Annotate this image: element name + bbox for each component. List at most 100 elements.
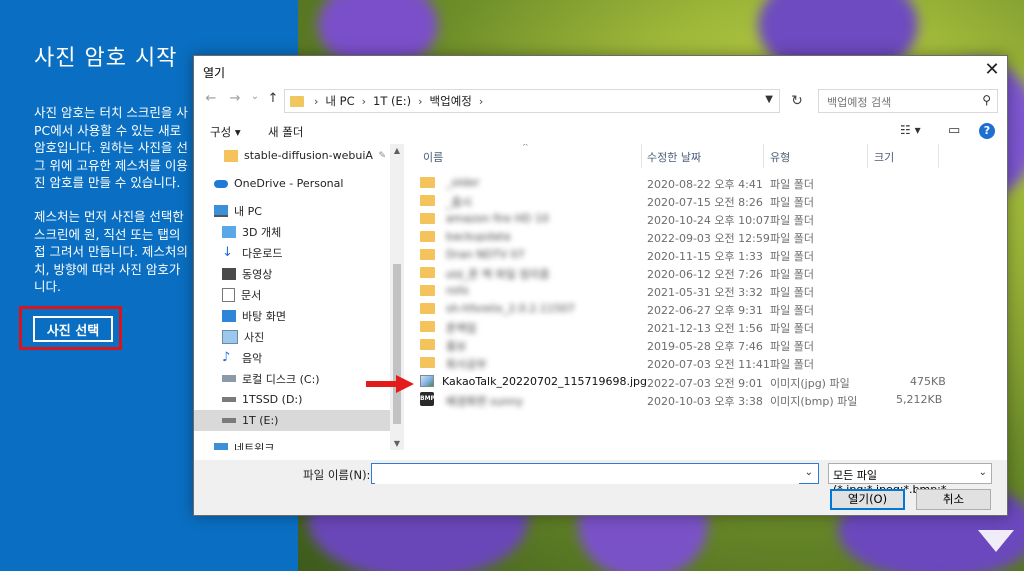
file-row[interactable]: 홍보 2019-05-28 오후 7:46 파일 폴더 bbox=[420, 336, 980, 354]
column-header-date[interactable]: 수정한 날짜 bbox=[647, 149, 701, 167]
nav-item-label: stable-diffusion-webuiA bbox=[244, 149, 373, 162]
recent-locations-chevron-icon[interactable]: ⌄ bbox=[246, 91, 264, 102]
file-list: 이름 ^ 수정한 날짜 유형 크기 _older 2020-08-22 오후 4:… bbox=[405, 144, 1007, 450]
close-icon[interactable]: ✕ bbox=[981, 59, 1003, 81]
nav-item-pictures[interactable]: 사진 bbox=[194, 326, 390, 347]
dialog-title: 열기 bbox=[203, 66, 226, 80]
scroll-down-arrow-icon[interactable] bbox=[978, 530, 1014, 552]
filename-input[interactable] bbox=[375, 465, 799, 484]
folder-icon bbox=[420, 213, 435, 224]
nav-item-local-disk-c[interactable]: 로컬 디스크 (C:) bbox=[194, 368, 390, 389]
search-icon[interactable]: ⚲ bbox=[982, 93, 991, 107]
column-header-name[interactable]: 이름 bbox=[423, 149, 443, 167]
organize-menu[interactable]: 구성 ▾ bbox=[210, 124, 241, 140]
scroll-down-icon[interactable]: ▼ bbox=[390, 439, 404, 448]
nav-item-downloads[interactable]: ↓ 다운로드 bbox=[194, 242, 390, 263]
nav-item-label: 음악 bbox=[242, 351, 263, 365]
file-row[interactable]: rolls 2021-05-31 오전 3:32 파일 폴더 bbox=[420, 282, 980, 300]
nav-item-onedrive[interactable]: OneDrive - Personal bbox=[194, 173, 390, 194]
file-name: rolls bbox=[446, 284, 469, 297]
address-bar[interactable]: › 내 PC › 1T (E:) › 백업예정 › ▼ bbox=[284, 89, 780, 113]
nav-item-my-pc[interactable]: 내 PC bbox=[194, 200, 390, 221]
folder-icon bbox=[420, 177, 435, 188]
file-row[interactable]: backupdata 2022-09-03 오전 12:59 파일 폴더 bbox=[420, 228, 980, 246]
file-type-filter[interactable]: 모든 파일 (*.jpg;*.jpeg;*.bmp;* ⌄ bbox=[828, 463, 992, 496]
file-row[interactable]: amazon fire HD 10 2020-10-24 오후 10:07 파일 폴… bbox=[420, 210, 980, 228]
document-icon bbox=[222, 287, 235, 302]
nav-item-drive-e[interactable]: 1T (E:) bbox=[194, 410, 390, 431]
breadcrumb-backup-folder[interactable]: 백업예정 bbox=[430, 93, 472, 109]
open-button[interactable]: 열기(O) bbox=[830, 489, 905, 510]
nav-item-drive-d[interactable]: 1TSSD (D:) bbox=[194, 389, 390, 410]
file-row[interactable]: Dran NDTV 07 2020-11-15 오후 1:33 파일 폴더 bbox=[420, 246, 980, 264]
nav-item-music[interactable]: ♪ 음악 bbox=[194, 347, 390, 368]
column-divider[interactable] bbox=[763, 144, 764, 168]
breadcrumb-drive-e[interactable]: 1T (E:) bbox=[373, 94, 411, 108]
cancel-button[interactable]: 취소 bbox=[916, 489, 991, 510]
desktop-icon bbox=[222, 309, 236, 322]
chevron-down-icon[interactable]: ⌄ bbox=[805, 467, 813, 478]
back-arrow-icon[interactable]: ← bbox=[202, 91, 220, 106]
file-row[interactable]: _줌시 2020-07-15 오전 8:26 파일 폴더 bbox=[420, 192, 980, 210]
file-row[interactable]: sh-hfsrelix_2.0.2.11507 2022-06-27 오후 9:3… bbox=[420, 300, 980, 318]
nav-item-stable-diffusion[interactable]: stable-diffusion-webuiA ✎ bbox=[194, 145, 390, 166]
red-arrow-icon bbox=[366, 375, 414, 393]
column-divider[interactable] bbox=[867, 144, 868, 168]
file-name: 폰백업 bbox=[446, 322, 477, 335]
file-row-kakaotalk-jpg[interactable]: KakaoTalk_20220702_115719698.jpg 2022-07-… bbox=[420, 373, 980, 391]
view-options-icon[interactable]: ☷ ▾ bbox=[900, 123, 921, 137]
chevron-down-icon[interactable]: ▼ bbox=[765, 94, 773, 105]
column-header-type[interactable]: 유형 bbox=[770, 149, 790, 167]
scroll-up-icon[interactable]: ▲ bbox=[390, 146, 404, 155]
file-row[interactable]: 폰백업 2021-12-13 오전 1:56 파일 폴더 bbox=[420, 318, 980, 336]
folder-icon bbox=[420, 339, 435, 350]
search-box[interactable]: ⚲ bbox=[818, 89, 998, 113]
file-type: 파일 폴더 bbox=[770, 304, 814, 317]
nav-item-documents[interactable]: 문서 bbox=[194, 284, 390, 305]
file-row[interactable]: BMP 배경화면 sunny 2020-10-03 오후 3:38 이미지(bmp) … bbox=[420, 391, 980, 409]
search-input[interactable] bbox=[825, 91, 979, 113]
download-icon: ↓ bbox=[222, 244, 233, 260]
refresh-icon[interactable]: ↻ bbox=[786, 89, 808, 113]
network-icon bbox=[214, 443, 228, 450]
bmp-file-icon: BMP bbox=[420, 392, 435, 406]
file-date: 2020-07-03 오전 11:41 bbox=[647, 358, 770, 371]
nav-item-desktop[interactable]: 바탕 화면 bbox=[194, 305, 390, 326]
open-file-dialog: 열기 ✕ ← → ⌄ ↑ › 내 PC › 1T (E:) › 백업예정 › ▼… bbox=[193, 55, 1008, 516]
sort-ascending-icon: ^ bbox=[522, 144, 529, 151]
file-date: 2022-06-27 오후 9:31 bbox=[647, 304, 763, 317]
file-row[interactable]: 회사공부 2020-07-03 오전 11:41 파일 폴더 bbox=[420, 354, 980, 372]
address-bar-row: ← → ⌄ ↑ › 내 PC › 1T (E:) › 백업예정 › ▼ ↻ ⚲ bbox=[194, 88, 1007, 116]
new-folder-button[interactable]: 새 폴더 bbox=[268, 124, 303, 140]
nav-item-label: 다운로드 bbox=[242, 246, 283, 260]
filename-field[interactable]: ⌄ bbox=[371, 463, 819, 484]
chevron-down-icon[interactable]: ⌄ bbox=[979, 467, 987, 478]
file-row[interactable]: old_폰 백 파일 정리중 2020-06-12 오전 7:26 파일 폴더 bbox=[420, 264, 980, 282]
nav-item-label: 로컬 디스크 (C:) bbox=[242, 372, 320, 386]
nav-item-videos[interactable]: 동영상 bbox=[194, 263, 390, 284]
file-name: backupdata bbox=[446, 230, 511, 243]
file-size: 475KB bbox=[910, 375, 946, 388]
help-icon[interactable]: ? bbox=[979, 123, 995, 139]
dialog-titlebar[interactable]: 열기 ✕ bbox=[194, 56, 1007, 86]
file-name: old_폰 백 파일 정리중 bbox=[446, 268, 550, 281]
panel-title: 사진 암호 시작 bbox=[34, 46, 178, 71]
file-date: 2020-06-12 오전 7:26 bbox=[647, 268, 763, 281]
column-divider[interactable] bbox=[641, 144, 642, 168]
navigation-pane: stable-diffusion-webuiA ✎ OneDrive - Per… bbox=[194, 144, 404, 450]
column-header-size[interactable]: 크기 bbox=[874, 149, 894, 167]
choose-picture-button[interactable]: 사진 선택 bbox=[33, 316, 113, 342]
forward-arrow-icon[interactable]: → bbox=[226, 91, 244, 106]
nav-item-network[interactable]: 네트워크 bbox=[194, 437, 390, 450]
file-row[interactable]: _older 2020-08-22 오후 4:41 파일 폴더 bbox=[420, 174, 980, 192]
column-divider[interactable] bbox=[938, 144, 939, 168]
breadcrumb-my-pc[interactable]: 내 PC bbox=[325, 93, 354, 109]
file-date: 2019-05-28 오후 7:46 bbox=[647, 340, 763, 353]
scrollbar-thumb[interactable] bbox=[393, 264, 401, 424]
folder-icon bbox=[420, 267, 435, 278]
nav-item-3d-objects[interactable]: 3D 개체 bbox=[194, 221, 390, 242]
nav-pane-scrollbar[interactable]: ▲ ▼ bbox=[390, 144, 404, 450]
file-type: 파일 폴더 bbox=[770, 340, 814, 353]
preview-pane-icon[interactable]: ▭ bbox=[948, 123, 960, 138]
up-arrow-icon[interactable]: ↑ bbox=[264, 91, 282, 106]
